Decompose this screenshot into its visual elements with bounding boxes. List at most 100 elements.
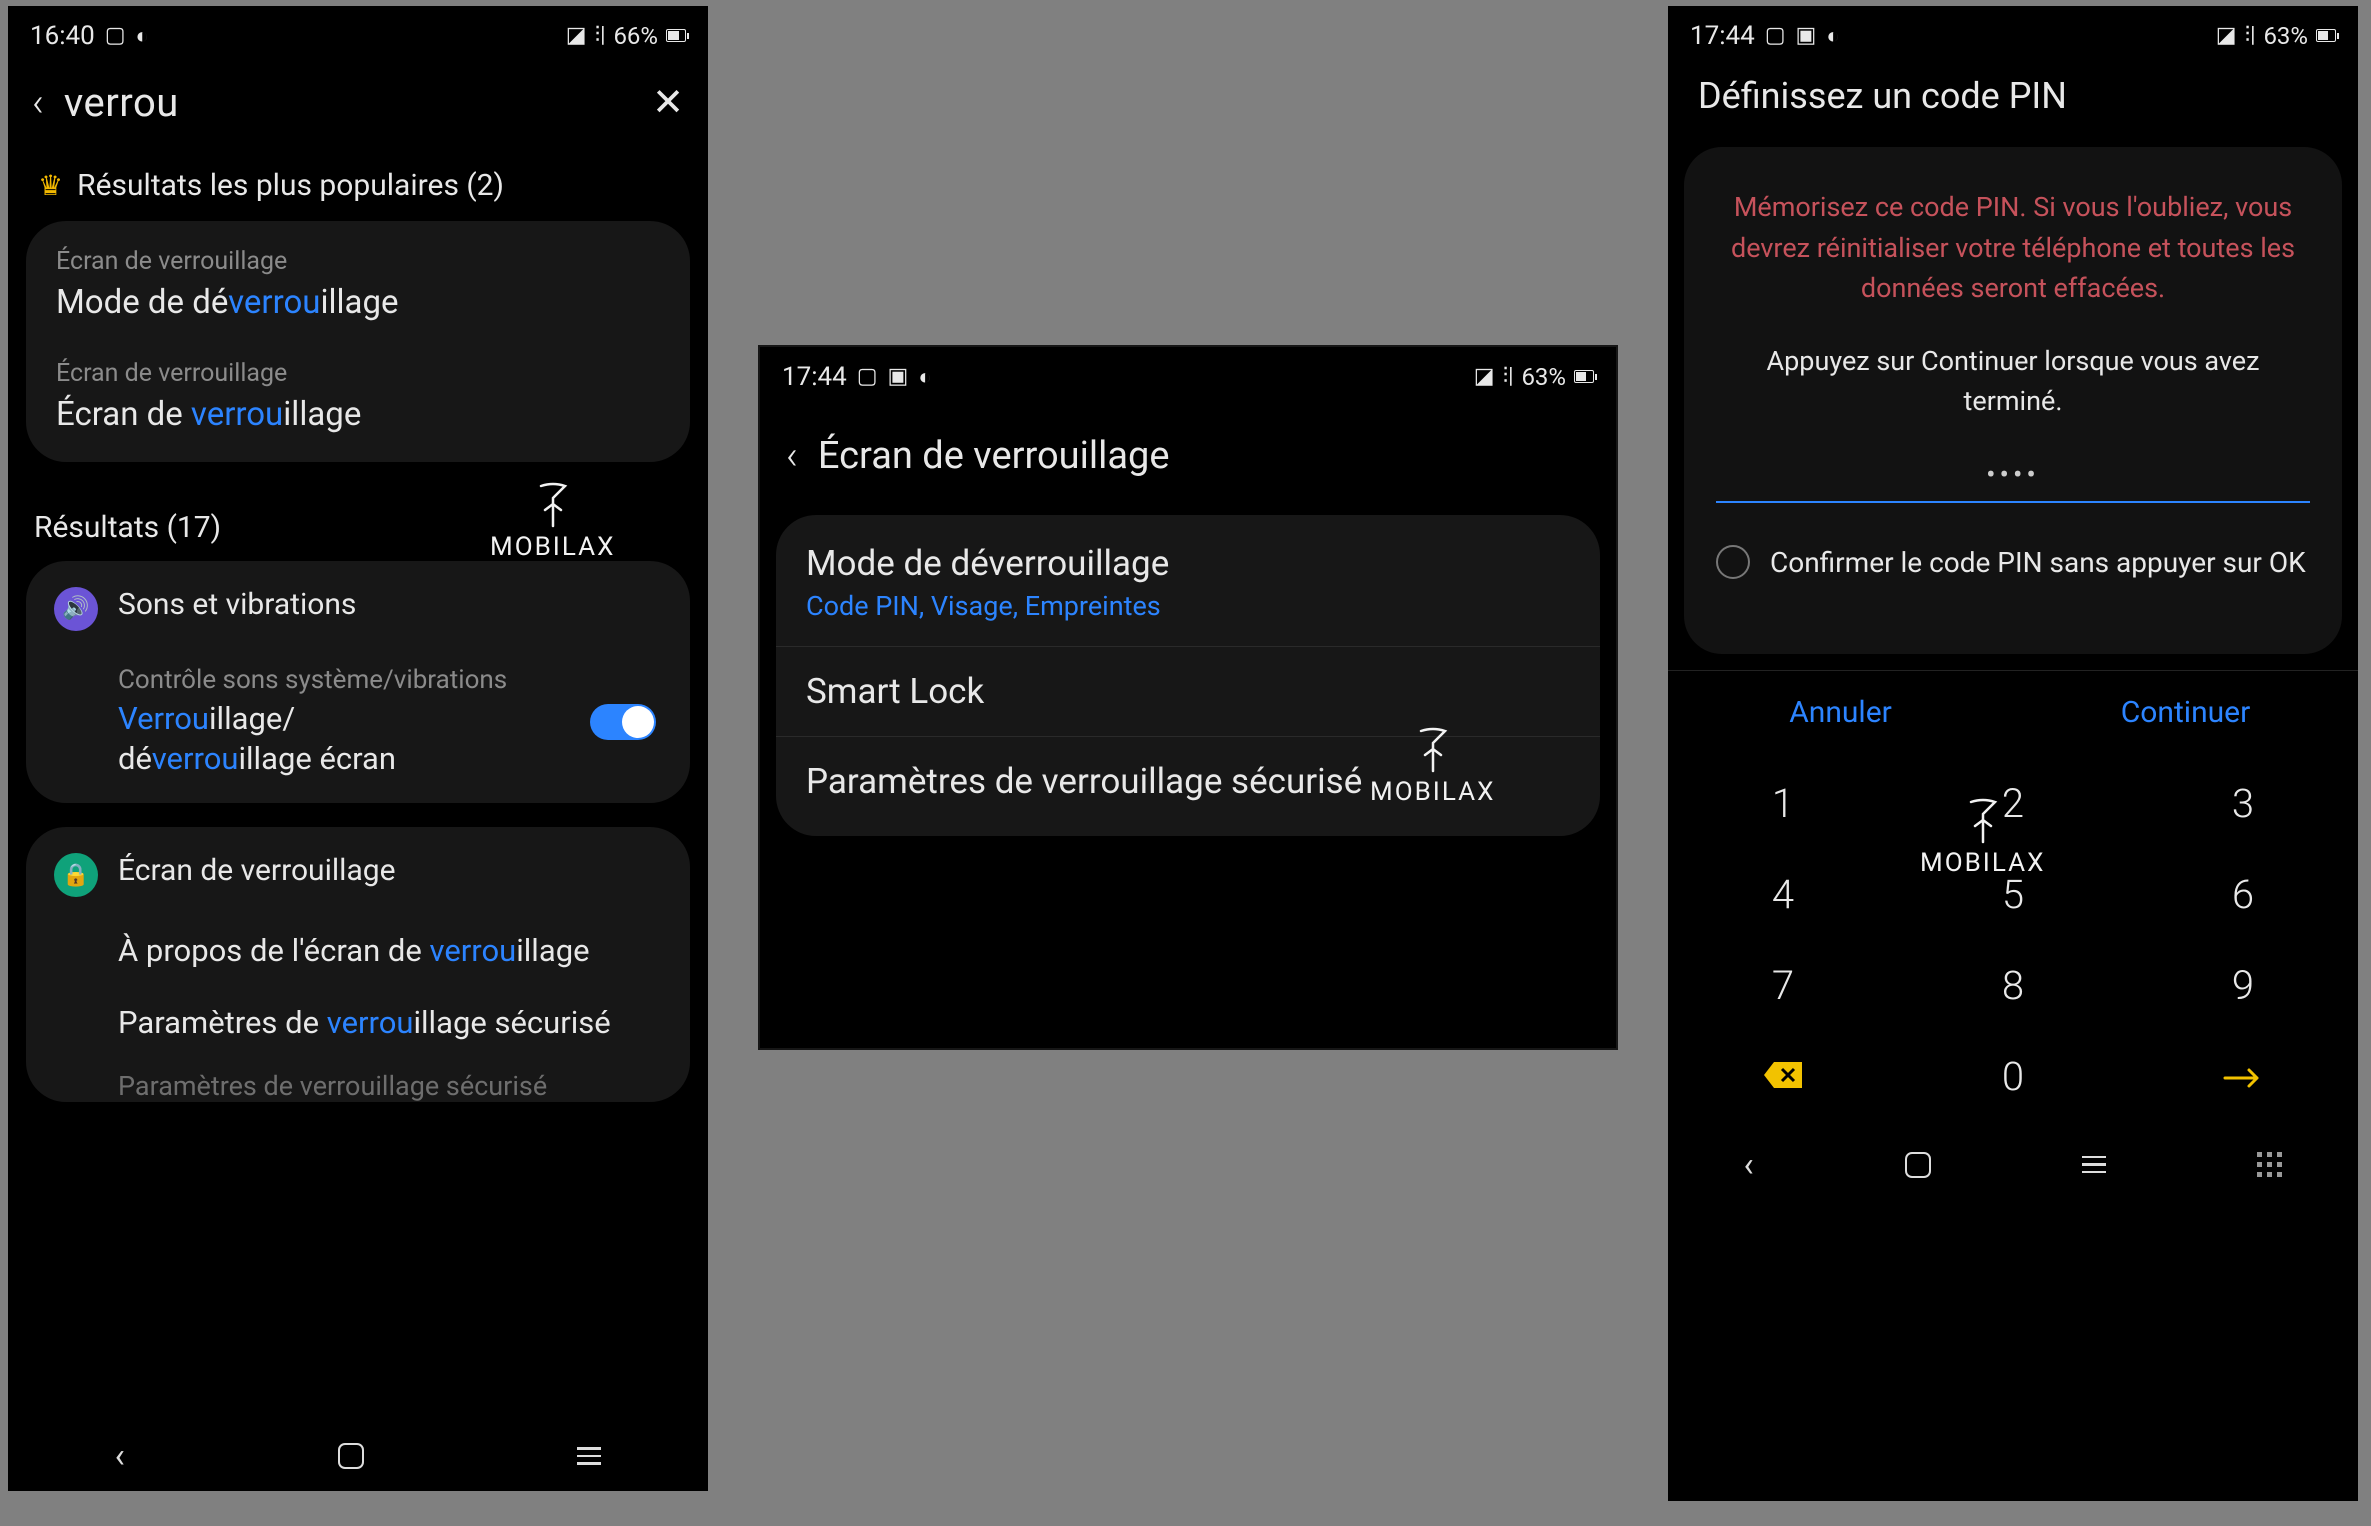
group-header-label: Sons et vibrations	[118, 587, 662, 622]
status-time: 17:44	[1690, 21, 1755, 51]
nav-bar: ‹	[8, 1421, 708, 1491]
nav-home[interactable]	[338, 1443, 364, 1469]
results-heading: Résultats (17)	[8, 486, 708, 561]
status-messenger-icon: ◐	[918, 364, 931, 390]
clear-search-icon[interactable]: ✕	[652, 80, 684, 125]
pin-input[interactable]: ••••	[1716, 458, 2310, 503]
numeric-keypad: 1 2 3 4 5 6 7 8 9 0	[1668, 758, 2358, 1122]
wifi-icon: ◪	[2216, 23, 2237, 48]
sound-lock-toggle-item[interactable]: Contrôle sons système/vibrations Verroui…	[26, 649, 690, 796]
group-header-sounds[interactable]: 🔊 Sons et vibrations	[26, 569, 690, 649]
key-8[interactable]: 8	[1898, 940, 2128, 1031]
key-9[interactable]: 9	[2128, 940, 2358, 1031]
continue-button[interactable]: Continuer	[2013, 671, 2358, 754]
secure-lock-settings-item[interactable]: Paramètres de verrouillage sécurisé	[26, 987, 690, 1059]
sound-lock-toggle[interactable]	[590, 704, 656, 740]
key-5[interactable]: 5	[1898, 849, 2128, 940]
status-voicemail-icon: ▣	[888, 364, 909, 389]
status-bar: 17:44 ▢ ▣ ◐ ◪ ⫶| 63%	[760, 347, 1616, 402]
status-battery-pct: 63%	[1521, 363, 1566, 391]
menu-item-title: Smart Lock	[806, 671, 1570, 712]
sound-icon: 🔊	[54, 587, 98, 631]
key-7[interactable]: 7	[1668, 940, 1898, 1031]
back-icon[interactable]: ‹	[786, 432, 798, 479]
sub-item-title: Paramètres de verrouillage sécurisé	[118, 1003, 662, 1043]
status-image-icon: ▢	[105, 23, 126, 48]
status-time: 17:44	[782, 362, 847, 392]
nav-bar: ‹	[1668, 1130, 2358, 1200]
menu-item-subtitle: Code PIN, Visage, Empreintes	[806, 590, 1570, 622]
menu-unlock-mode[interactable]: Mode de déverrouillage Code PIN, Visage,…	[776, 519, 1600, 647]
key-6[interactable]: 6	[2128, 849, 2358, 940]
sub-item-title: Verrouillage/ déverrouillage écran	[118, 699, 662, 780]
battery-icon	[2316, 29, 2336, 42]
key-1[interactable]: 1	[1668, 758, 1898, 849]
key-0[interactable]: 0	[1898, 1031, 2128, 1122]
popular-heading-label: Résultats les plus populaires (2)	[77, 168, 504, 203]
nav-back[interactable]: ‹	[1743, 1145, 1753, 1185]
backspace-icon	[1762, 1060, 1804, 1090]
key-submit[interactable]	[2128, 1031, 2358, 1122]
nav-home[interactable]	[1905, 1152, 1931, 1178]
nav-back[interactable]: ‹	[115, 1436, 125, 1476]
crown-icon: ♛	[38, 169, 63, 202]
menu-smart-lock[interactable]: Smart Lock	[776, 647, 1600, 737]
status-messenger-icon: ◐	[1826, 23, 1839, 49]
confirm-without-ok-option[interactable]: Confirmer le code PIN sans appuyer sur O…	[1712, 537, 2314, 632]
status-bar: 17:44 ▢ ▣ ◐ ◪ ⫶| 63%	[1668, 6, 2358, 61]
popular-results-card: Écran de verrouillage Mode de déverrouil…	[26, 221, 690, 462]
faded-cutoff-item: Paramètres de verrouillage sécurisé	[26, 1060, 690, 1102]
signal-icon: ⫶|	[1503, 364, 1514, 389]
key-3[interactable]: 3	[2128, 758, 2358, 849]
popular-result-2[interactable]: Écran de verrouillage Écran de verrouill…	[26, 341, 690, 453]
group-header-lockscreen[interactable]: 🔒 Écran de verrouillage	[26, 835, 690, 915]
status-battery-pct: 63%	[2263, 22, 2308, 50]
page-title: Définissez un code PIN	[1668, 61, 2358, 147]
action-row: Annuler Continuer	[1668, 670, 2358, 754]
sub-item-eyebrow: Contrôle sons système/vibrations	[118, 665, 662, 695]
result-group-sounds: 🔊 Sons et vibrations Contrôle sons systè…	[26, 561, 690, 804]
result-group-lockscreen: 🔒 Écran de verrouillage À propos de l'éc…	[26, 827, 690, 1102]
menu-item-title: Mode de déverrouillage	[806, 543, 1570, 584]
status-image-icon: ▢	[857, 364, 878, 389]
result-title: Mode de déverrouillage	[56, 282, 660, 323]
nav-keyboard-switch[interactable]	[2257, 1152, 2283, 1178]
key-backspace[interactable]	[1668, 1031, 1898, 1122]
page-header: ‹ Écran de verrouillage	[760, 402, 1616, 515]
arrow-right-icon	[2223, 1066, 2263, 1090]
status-time: 16:40	[30, 21, 95, 51]
result-eyebrow: Écran de verrouillage	[56, 247, 660, 276]
result-title: Écran de verrouillage	[56, 394, 660, 435]
battery-icon	[666, 29, 686, 42]
radio-label: Confirmer le code PIN sans appuyer sur O…	[1770, 543, 2310, 582]
status-image-icon: ▢	[1765, 23, 1786, 48]
screenshot-set-pin: 17:44 ▢ ▣ ◐ ◪ ⫶| 63% Définissez un code …	[1668, 6, 2358, 1501]
cancel-button[interactable]: Annuler	[1668, 671, 2013, 754]
screenshot-search-settings: 16:40 ▢ ◐ ◪ ⫶| 66% ‹ verrou ✕ ♛ Résultat…	[8, 6, 708, 1491]
nav-recents[interactable]	[577, 1447, 601, 1465]
back-icon[interactable]: ‹	[32, 79, 44, 126]
group-header-label: Écran de verrouillage	[118, 853, 662, 888]
popular-result-1[interactable]: Écran de verrouillage Mode de déverrouil…	[26, 229, 690, 341]
result-eyebrow: Écran de verrouillage	[56, 359, 660, 388]
nav-recents[interactable]	[2082, 1156, 2106, 1174]
page-title: Écran de verrouillage	[818, 434, 1170, 478]
menu-card: Mode de déverrouillage Code PIN, Visage,…	[776, 515, 1600, 836]
battery-icon	[1574, 370, 1594, 383]
about-lockscreen-item[interactable]: À propos de l'écran de verrouillage	[26, 915, 690, 987]
wifi-icon: ◪	[566, 23, 587, 48]
lock-icon: 🔒	[54, 853, 98, 897]
signal-icon: ⫶|	[2245, 23, 2256, 48]
radio-icon	[1716, 545, 1750, 579]
screenshot-lockscreen-menu: 17:44 ▢ ▣ ◐ ◪ ⫶| 63% ‹ Écran de verrouil…	[758, 345, 1618, 1050]
key-4[interactable]: 4	[1668, 849, 1898, 940]
sub-item-title: À propos de l'écran de verrouillage	[118, 931, 662, 971]
signal-icon: ⫶|	[595, 23, 606, 48]
key-2[interactable]: 2	[1898, 758, 2128, 849]
status-bar: 16:40 ▢ ◐ ◪ ⫶| 66%	[8, 6, 708, 61]
status-messenger-icon: ◐	[136, 23, 149, 49]
wifi-icon: ◪	[1474, 364, 1495, 389]
search-input[interactable]: verrou	[64, 79, 632, 126]
menu-secure-lock-settings[interactable]: Paramètres de verrouillage sécurisé	[776, 737, 1600, 826]
pin-entry-card: Mémorisez ce code PIN. Si vous l'oubliez…	[1684, 147, 2342, 654]
